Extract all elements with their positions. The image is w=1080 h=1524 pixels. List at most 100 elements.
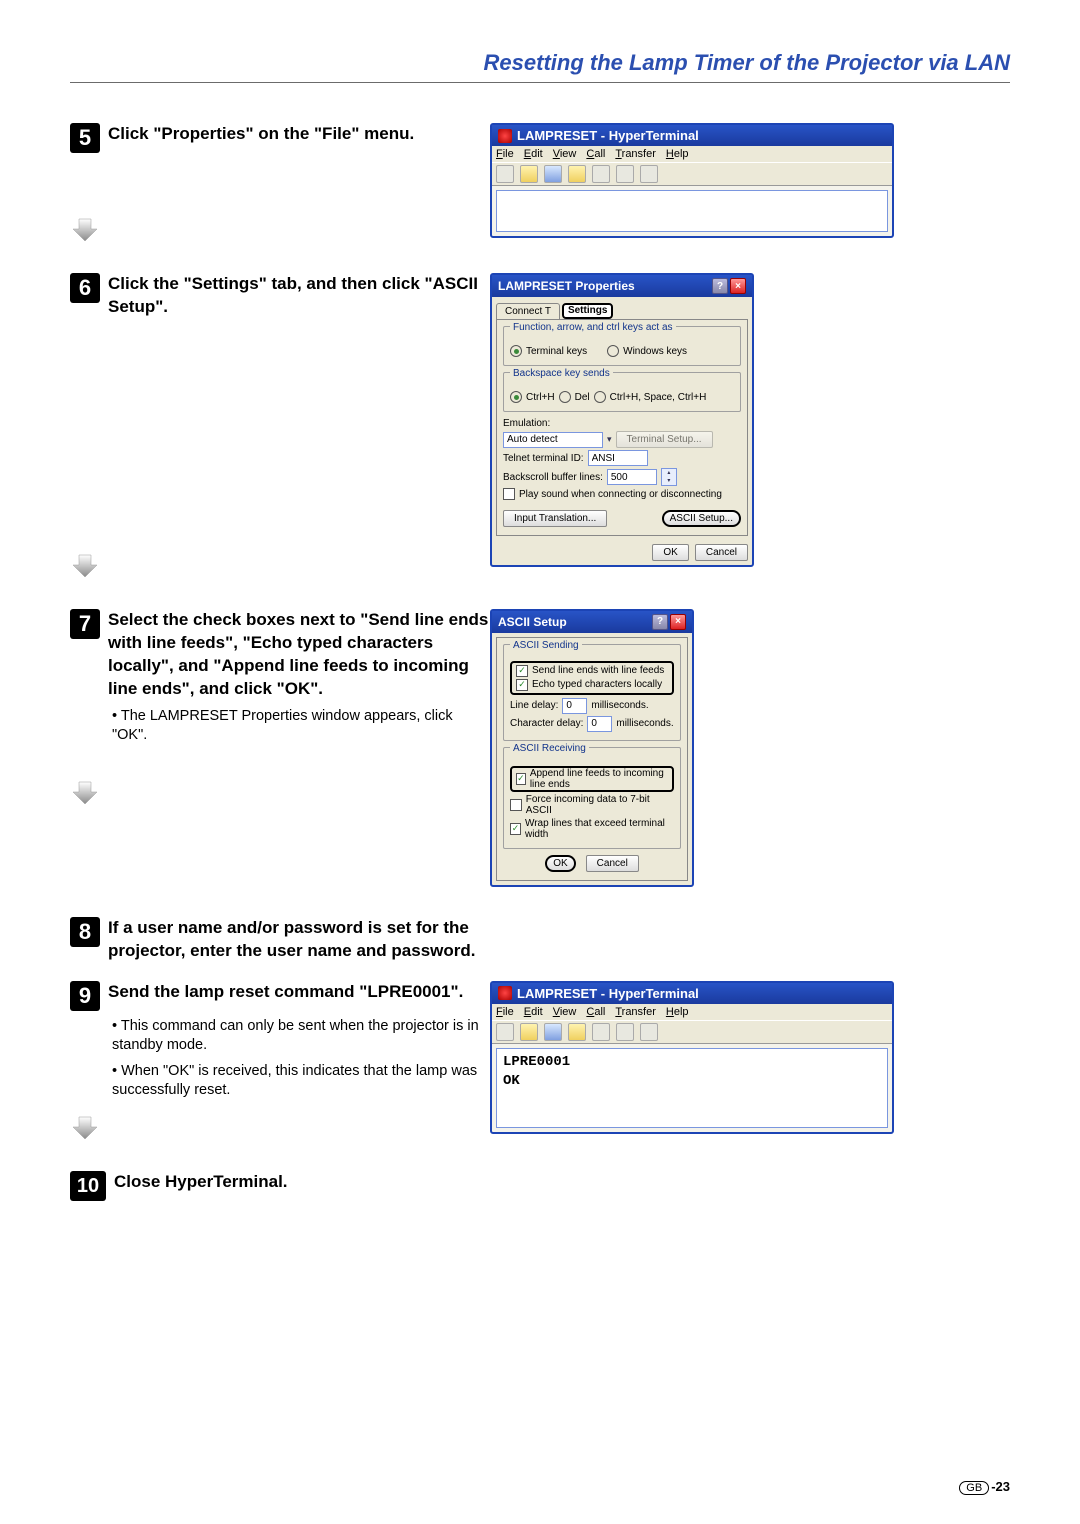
properties-icon[interactable]	[640, 1023, 658, 1041]
step-8: 8 If a user name and/or password is set …	[70, 917, 1010, 963]
step-text: Close HyperTerminal.	[114, 1171, 288, 1194]
terminal-area[interactable]: LPRE0001 OK	[496, 1048, 888, 1128]
char-delay-input[interactable]	[587, 716, 612, 732]
open-icon[interactable]	[520, 165, 538, 183]
document-page: Resetting the Lamp Timer of the Projecto…	[0, 0, 1080, 1524]
radio-del[interactable]	[559, 391, 571, 403]
line-delay-input[interactable]	[562, 698, 587, 714]
arrow-down-icon	[71, 551, 99, 579]
radio-terminal-keys[interactable]	[510, 345, 522, 357]
menu-view[interactable]: View	[553, 148, 577, 160]
toolbar	[492, 1020, 892, 1044]
emulation-label: Emulation:	[503, 418, 550, 429]
ok-button[interactable]: OK	[545, 855, 575, 872]
close-icon[interactable]: ×	[670, 614, 686, 630]
send-icon[interactable]	[592, 1023, 610, 1041]
menu-view[interactable]: View	[553, 1006, 577, 1018]
step-subtext: • When "OK" is received, this indicates …	[112, 1062, 490, 1101]
cancel-button[interactable]: Cancel	[695, 544, 748, 561]
step-text: Select the check boxes next to "Send lin…	[108, 609, 490, 701]
close-icon[interactable]: ×	[730, 278, 746, 294]
menu-edit[interactable]: Edit	[524, 148, 543, 160]
step-subtext: • The LAMPRESET Properties window appear…	[112, 707, 490, 746]
new-icon[interactable]	[496, 1023, 514, 1041]
emulation-select[interactable]	[503, 432, 603, 448]
new-icon[interactable]	[496, 165, 514, 183]
radio-ctrlh[interactable]	[510, 391, 522, 403]
page-footer: GB-23	[959, 1479, 1010, 1494]
properties-dialog: LAMPRESET Properties ?× Connect T Settin…	[490, 273, 754, 567]
backscroll-input[interactable]	[607, 469, 657, 485]
terminal-line: OK	[503, 1072, 881, 1092]
menu-call[interactable]: Call	[586, 148, 605, 160]
step-subtext: • This command can only be sent when the…	[112, 1017, 490, 1056]
window-title: LAMPRESET - HyperTerminal	[517, 128, 699, 143]
terminal-area[interactable]	[496, 190, 888, 232]
disconnect-icon[interactable]	[568, 1023, 586, 1041]
step-9: 9 Send the lamp reset command "LPRE0001"…	[70, 981, 1010, 1141]
menu-edit[interactable]: Edit	[524, 1006, 543, 1018]
receive-icon[interactable]	[616, 1023, 634, 1041]
arrow-down-icon	[71, 778, 99, 806]
locale-badge: GB	[959, 1481, 989, 1495]
group-label: ASCII Sending	[510, 640, 582, 651]
hyperterminal-window: LAMPRESET - HyperTerminal File Edit View…	[490, 981, 894, 1134]
step-text: If a user name and/or password is set fo…	[108, 917, 490, 963]
radio-windows-keys[interactable]	[607, 345, 619, 357]
tab-settings[interactable]: Settings	[562, 303, 613, 319]
dialog-title: LAMPRESET Properties	[498, 279, 635, 293]
open-icon[interactable]	[520, 1023, 538, 1041]
chk-append-lf[interactable]	[516, 773, 526, 785]
toolbar	[492, 162, 892, 186]
menu-file[interactable]: File	[496, 1006, 514, 1018]
page-number: -23	[991, 1479, 1010, 1494]
spinner[interactable]: ▴▾	[661, 468, 677, 486]
connect-icon[interactable]	[544, 165, 562, 183]
radio-ctrlhspace[interactable]	[594, 391, 606, 403]
group-label: Backspace key sends	[510, 368, 613, 379]
input-translation-button[interactable]: Input Translation...	[503, 510, 607, 527]
telnet-id-label: Telnet terminal ID:	[503, 453, 584, 464]
backscroll-label: Backscroll buffer lines:	[503, 472, 603, 483]
arrow-down-icon	[71, 215, 99, 243]
step-number: 5	[70, 123, 100, 153]
tab-connect[interactable]: Connect T	[496, 303, 560, 319]
disconnect-icon[interactable]	[568, 165, 586, 183]
step-number: 7	[70, 609, 100, 639]
chk-force-7bit[interactable]	[510, 799, 522, 811]
menu-help[interactable]: Help	[666, 1006, 689, 1018]
help-icon[interactable]: ?	[652, 614, 668, 630]
properties-icon[interactable]	[640, 165, 658, 183]
step-number: 9	[70, 981, 100, 1011]
app-icon	[498, 129, 512, 143]
help-icon[interactable]: ?	[712, 278, 728, 294]
menu-help[interactable]: Help	[666, 148, 689, 160]
step-number: 10	[70, 1171, 106, 1201]
connect-icon[interactable]	[544, 1023, 562, 1041]
arrow-down-icon	[71, 1113, 99, 1141]
step-5: 5 Click "Properties" on the "File" menu.…	[70, 123, 1010, 243]
ascii-setup-button[interactable]: ASCII Setup...	[662, 510, 741, 527]
chk-wrap-lines[interactable]	[510, 823, 521, 835]
chk-send-line-ends[interactable]	[516, 665, 528, 677]
telnet-id-input[interactable]	[588, 450, 648, 466]
menu-call[interactable]: Call	[586, 1006, 605, 1018]
menu-file[interactable]: File	[496, 148, 514, 160]
window-title: LAMPRESET - HyperTerminal	[517, 986, 699, 1001]
receive-icon[interactable]	[616, 165, 634, 183]
playsound-checkbox[interactable]	[503, 488, 515, 500]
terminal-setup-button: Terminal Setup...	[616, 431, 713, 448]
cancel-button[interactable]: Cancel	[586, 855, 639, 872]
group-label: ASCII Receiving	[510, 743, 589, 754]
menubar[interactable]: File Edit View Call Transfer Help	[492, 1004, 892, 1020]
ok-button[interactable]: OK	[652, 544, 688, 561]
menubar[interactable]: File Edit View Call Transfer Help	[492, 146, 892, 162]
send-icon[interactable]	[592, 165, 610, 183]
step-7: 7 Select the check boxes next to "Send l…	[70, 609, 1010, 887]
chk-echo-locally[interactable]	[516, 679, 528, 691]
menu-transfer[interactable]: Transfer	[615, 1006, 656, 1018]
step-6: 6 Click the "Settings" tab, and then cli…	[70, 273, 1010, 579]
ascii-setup-dialog: ASCII Setup ?× ASCII Sending Send line e…	[490, 609, 694, 887]
terminal-line: LPRE0001	[503, 1053, 881, 1073]
menu-transfer[interactable]: Transfer	[615, 148, 656, 160]
